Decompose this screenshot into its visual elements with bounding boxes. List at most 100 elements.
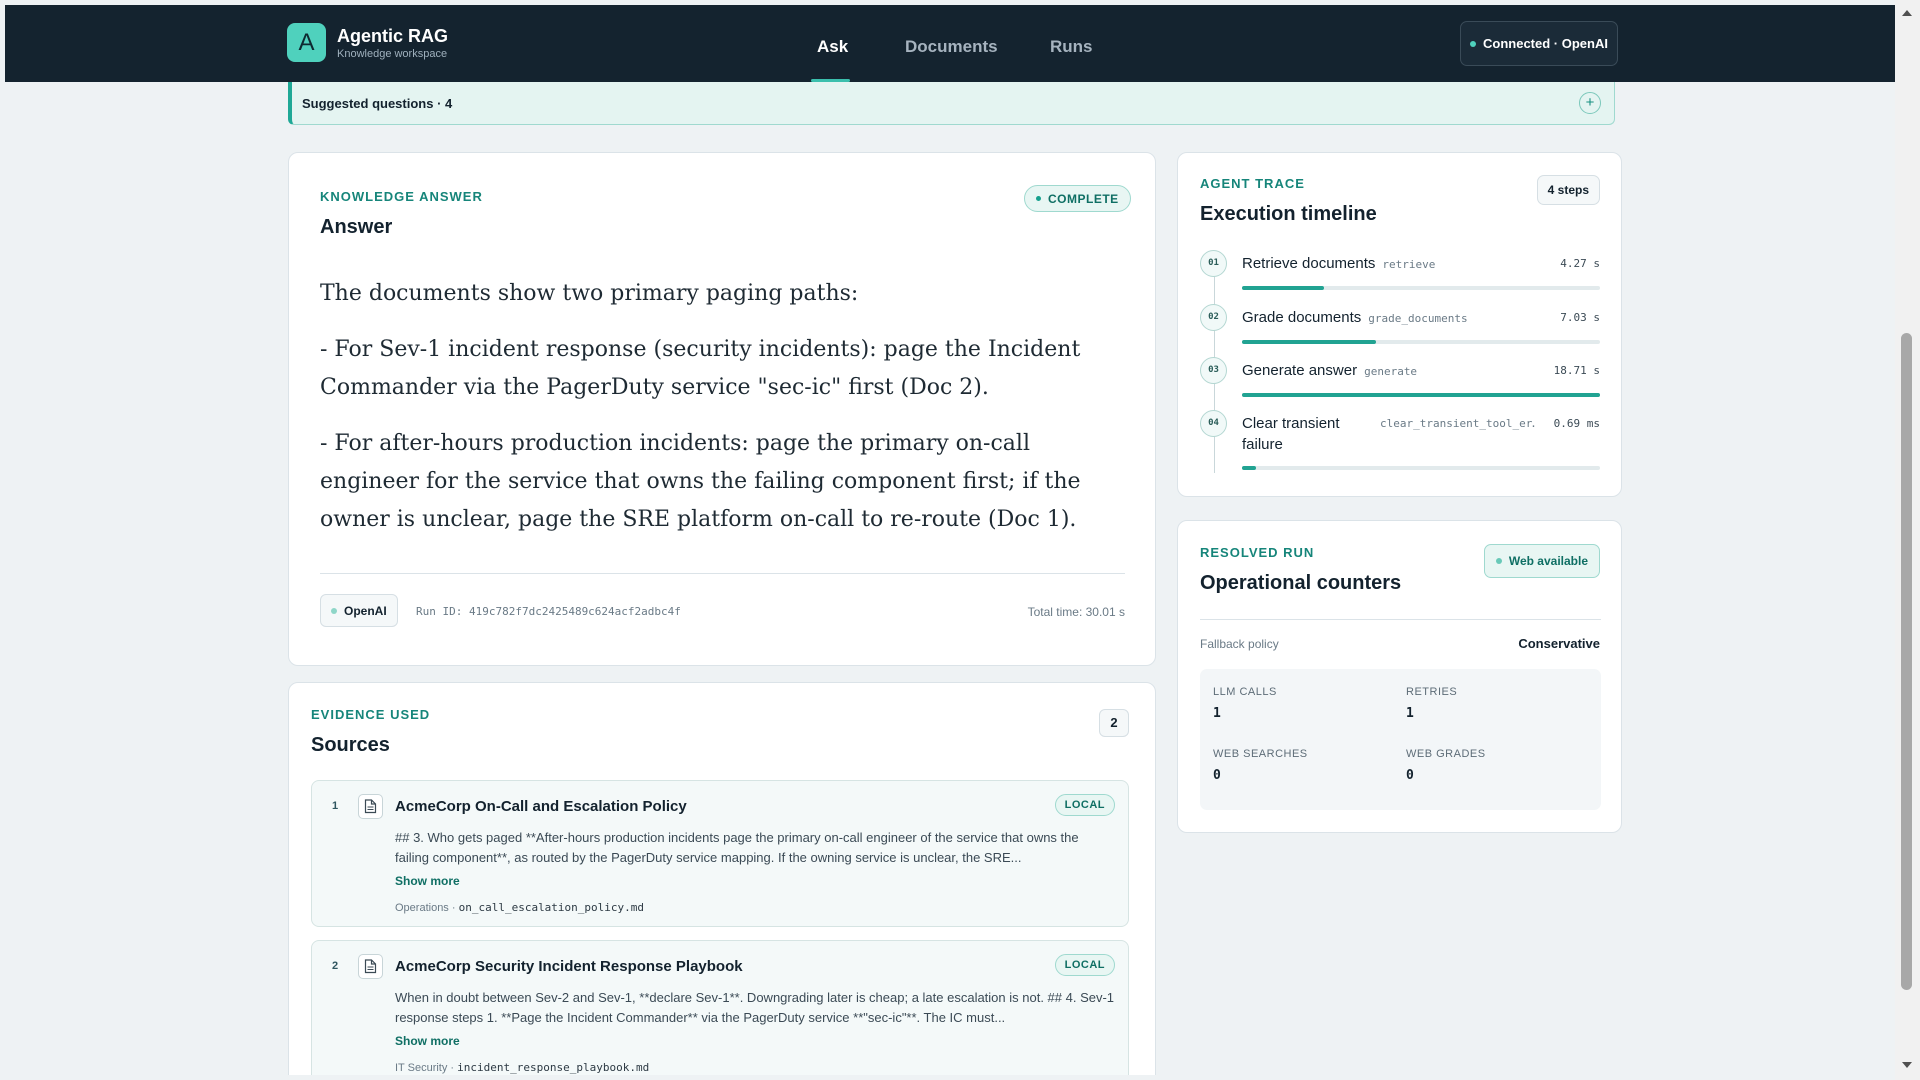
suggested-questions-bar[interactable]: Suggested questions · 4 + bbox=[288, 82, 1615, 125]
step-name: Retrieve documents bbox=[1242, 255, 1376, 272]
answer-paragraph: - For Sev-1 incident response (security … bbox=[320, 337, 1081, 400]
arrow-down-icon[interactable] bbox=[1902, 1062, 1912, 1068]
step-progress-fill bbox=[1242, 466, 1257, 470]
answer-title: Answer bbox=[320, 216, 393, 238]
step-name: Grade documents bbox=[1242, 309, 1362, 326]
connection-status[interactable]: Connected · OpenAI bbox=[1460, 21, 1618, 66]
source-category: IT Security bbox=[395, 1062, 448, 1074]
metric-llm-calls: LLM CALLS 1 bbox=[1213, 686, 1393, 721]
source-item[interactable]: 2 AcmeCorp Security Incident Response Pl… bbox=[311, 940, 1129, 1075]
connection-label: Connected · OpenAI bbox=[1483, 36, 1608, 51]
total-time: Total time: 30.01 s bbox=[1027, 605, 1125, 619]
sources-card: EVIDENCE USED Sources 2 1 AcmeCorp On-Ca… bbox=[288, 682, 1156, 1075]
steps-count-badge: 4 steps bbox=[1536, 175, 1600, 205]
status-dot-icon bbox=[1470, 40, 1477, 47]
source-item[interactable]: 1 AcmeCorp On-Call and Escalation Policy… bbox=[311, 780, 1129, 927]
source-title[interactable]: AcmeCorp On-Call and Escalation Policy bbox=[395, 798, 687, 815]
document-icon bbox=[358, 954, 383, 979]
answer-eyebrow: KNOWLEDGE ANSWER bbox=[320, 189, 483, 204]
step-name: Generate answer bbox=[1242, 362, 1358, 379]
counters-title: Operational counters bbox=[1200, 572, 1402, 594]
timeline-step[interactable]: 04 Clear transient failure clear_transie… bbox=[1200, 410, 1600, 470]
answer-paragraph: The documents show two primary paging pa… bbox=[320, 281, 859, 306]
show-more-link[interactable]: Show more bbox=[395, 1034, 460, 1048]
step-progress-fill bbox=[1242, 393, 1600, 397]
fallback-policy-value: Conservative bbox=[1518, 636, 1600, 651]
step-code: clear_transient_tool_er… bbox=[1380, 417, 1535, 430]
web-status-label: Web available bbox=[1508, 554, 1588, 568]
source-snippet: ## 3. Who gets paged **After-hours produ… bbox=[395, 830, 1079, 865]
status-dot-icon bbox=[1036, 196, 1041, 201]
trace-title: Execution timeline bbox=[1200, 203, 1377, 225]
metric-value: 1 bbox=[1406, 706, 1414, 721]
tab-ask[interactable]: Ask bbox=[817, 37, 848, 57]
source-number: 2 bbox=[331, 960, 339, 972]
metric-label: WEB SEARCHES bbox=[1213, 748, 1308, 760]
step-duration: 7.03 s bbox=[1560, 311, 1600, 324]
step-name: Clear transient failure bbox=[1242, 415, 1340, 453]
source-snippet: When in doubt between Sev-2 and Sev-1, *… bbox=[395, 990, 1115, 1025]
metric-label: RETRIES bbox=[1406, 686, 1458, 698]
step-code: generate bbox=[1364, 365, 1418, 378]
divider bbox=[1200, 619, 1601, 620]
timeline-step[interactable]: 01 Retrieve documents retrieve 4.27 s bbox=[1200, 250, 1600, 290]
answer-paragraph: - For after-hours production incidents: … bbox=[320, 431, 1081, 532]
show-more-link[interactable]: Show more bbox=[395, 874, 460, 888]
fallback-policy-label: Fallback policy bbox=[1200, 637, 1279, 651]
timeline-step[interactable]: 02 Grade documents grade_documents 7.03 s bbox=[1200, 304, 1600, 344]
step-duration: 18.71 s bbox=[1553, 364, 1600, 377]
metrics-grid: LLM CALLS 1 RETRIES 1 WEB SEARCHES 0 WEB… bbox=[1200, 669, 1601, 810]
answer-card: KNOWLEDGE ANSWER Answer COMPLETE The doc… bbox=[288, 152, 1156, 666]
step-number: 02 bbox=[1200, 304, 1227, 331]
tab-documents[interactable]: Documents bbox=[905, 37, 998, 57]
step-number: 04 bbox=[1200, 410, 1227, 437]
provider-badge: OpenAI bbox=[320, 594, 398, 627]
status-badge: COMPLETE bbox=[1024, 185, 1131, 212]
top-navbar: A Agentic RAG Knowledge workspace Ask Do… bbox=[5, 5, 1895, 82]
status-label: COMPLETE bbox=[1048, 191, 1119, 206]
scrollbar-thumb[interactable] bbox=[1901, 333, 1912, 990]
provider-label: OpenAI bbox=[344, 603, 387, 618]
step-progress-track bbox=[1242, 393, 1600, 397]
source-meta: IT Security · incident_response_playbook… bbox=[395, 1061, 650, 1074]
source-file: on_call_escalation_policy.md bbox=[458, 901, 645, 914]
metric-value: 1 bbox=[1213, 706, 1221, 721]
expand-plus-icon[interactable]: + bbox=[1579, 92, 1601, 114]
step-progress-fill bbox=[1242, 340, 1377, 344]
app-frame: A Agentic RAG Knowledge workspace Ask Do… bbox=[5, 5, 1895, 1075]
source-category: Operations bbox=[395, 902, 449, 914]
metric-value: 0 bbox=[1213, 768, 1221, 783]
document-icon bbox=[358, 794, 383, 819]
sources-count-badge: 2 bbox=[1099, 709, 1129, 737]
step-progress-track bbox=[1242, 466, 1600, 470]
source-meta: Operations · on_call_escalation_policy.m… bbox=[395, 901, 645, 914]
step-number: 01 bbox=[1200, 250, 1227, 277]
provider-dot-icon bbox=[331, 607, 337, 614]
sources-eyebrow: EVIDENCE USED bbox=[311, 707, 431, 722]
arrow-up-icon[interactable] bbox=[1902, 10, 1912, 16]
operational-counters-card: RESOLVED RUN Operational counters Web av… bbox=[1177, 520, 1622, 833]
source-title[interactable]: AcmeCorp Security Incident Response Play… bbox=[395, 958, 743, 975]
agent-trace-card: AGENT TRACE Execution timeline 4 steps 0… bbox=[1177, 152, 1622, 497]
step-progress-track bbox=[1242, 340, 1600, 344]
step-progress-fill bbox=[1242, 286, 1325, 290]
tab-runs[interactable]: Runs bbox=[1050, 37, 1093, 57]
source-number: 1 bbox=[331, 800, 339, 812]
sources-title: Sources bbox=[311, 734, 390, 756]
metric-web-searches: WEB SEARCHES 0 bbox=[1213, 748, 1393, 783]
answer-body: The documents show two primary paging pa… bbox=[320, 275, 1120, 557]
counters-eyebrow: RESOLVED RUN bbox=[1200, 545, 1315, 560]
metric-web-grades: WEB GRADES 0 bbox=[1406, 748, 1586, 783]
source-file: incident_response_playbook.md bbox=[457, 1061, 650, 1074]
step-duration: 0.69 ms bbox=[1553, 417, 1600, 430]
metric-label: LLM CALLS bbox=[1213, 686, 1277, 698]
metric-label: WEB GRADES bbox=[1406, 748, 1486, 760]
trace-eyebrow: AGENT TRACE bbox=[1200, 176, 1305, 191]
web-status-badge: Web available bbox=[1483, 544, 1600, 578]
step-number: 03 bbox=[1200, 357, 1227, 384]
timeline-step[interactable]: 03 Generate answer generate 18.71 s bbox=[1200, 357, 1600, 397]
step-code: grade_documents bbox=[1368, 312, 1468, 325]
metric-retries: RETRIES 1 bbox=[1406, 686, 1586, 721]
divider bbox=[320, 573, 1125, 574]
source-badge: LOCAL bbox=[1054, 794, 1115, 816]
